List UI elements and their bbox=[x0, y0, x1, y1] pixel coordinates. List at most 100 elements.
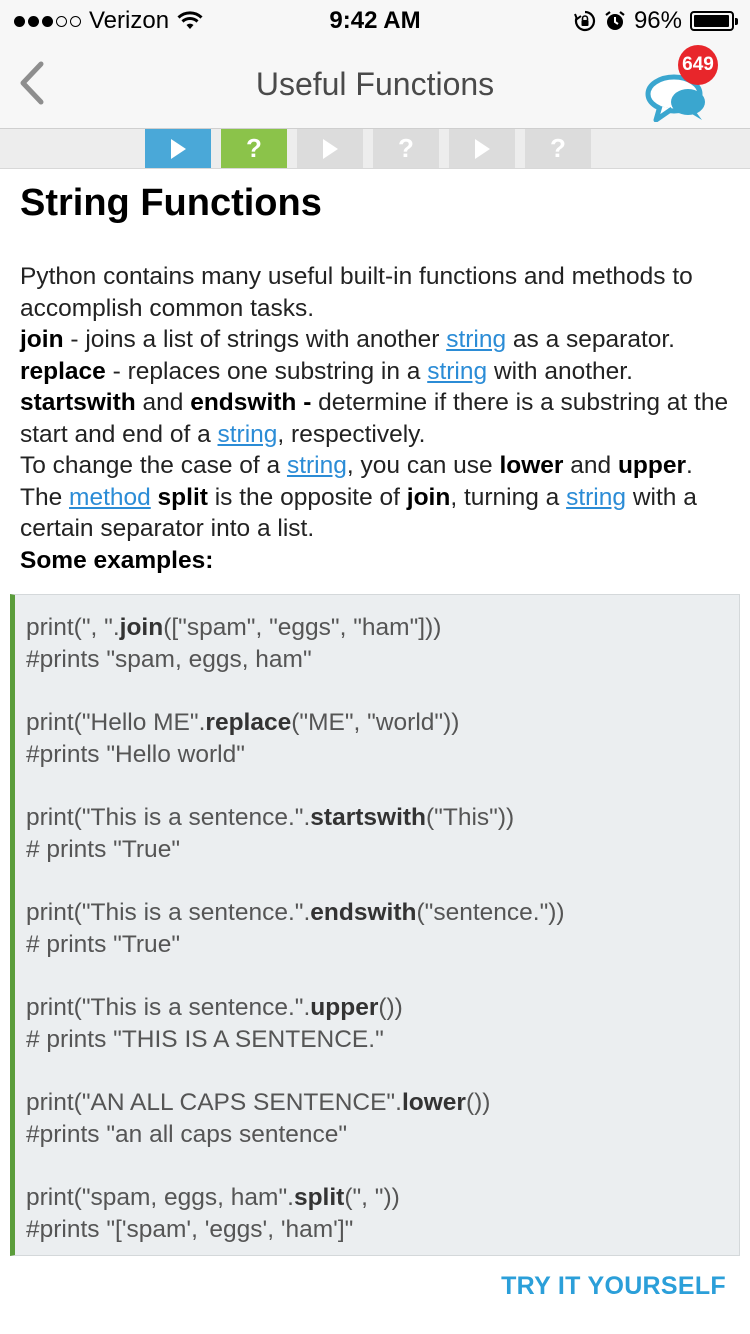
term-replace: replace bbox=[20, 357, 106, 385]
code-function-name: replace bbox=[205, 709, 292, 736]
progress-step-quiz-3[interactable]: ? bbox=[525, 129, 591, 168]
lesson-progress-bar: ? ? ? bbox=[0, 129, 750, 169]
term-endswith: endswith - bbox=[190, 389, 312, 416]
question-icon: ? bbox=[398, 133, 414, 163]
glossary-link-string[interactable]: string bbox=[427, 358, 487, 385]
code-example: print("This is a sentence.".endswith("se… bbox=[26, 897, 729, 960]
code-text: print(", ". bbox=[26, 614, 120, 641]
description-text: as a separator. bbox=[506, 326, 675, 353]
code-line: print("This is a sentence.".endswith("se… bbox=[26, 897, 729, 929]
code-spacer bbox=[26, 675, 729, 707]
code-line: print("spam, eggs, ham".split(", ")) bbox=[26, 1182, 729, 1214]
question-icon: ? bbox=[550, 133, 566, 163]
startswith-description: startswith and endswith - determine if t… bbox=[20, 387, 730, 450]
code-text: print("spam, eggs, ham". bbox=[26, 1184, 294, 1211]
code-function-name: split bbox=[293, 1184, 345, 1211]
description-text: , turning a bbox=[450, 483, 567, 511]
description-text: - replaces one substring in a bbox=[105, 357, 428, 385]
code-comment: # prints "True" bbox=[26, 930, 181, 958]
term-startswith: startswith bbox=[20, 389, 136, 416]
question-icon: ? bbox=[246, 133, 262, 163]
term-join: join bbox=[20, 326, 64, 353]
code-example: print("spam, eggs, ham".split(", ")) #pr… bbox=[26, 1182, 729, 1245]
code-example-block: print(", ".join(["spam", "eggs", "ham"])… bbox=[10, 594, 740, 1256]
term-lower: lower bbox=[499, 452, 564, 479]
lesson-body: Python contains many useful built-in fun… bbox=[20, 261, 730, 576]
description-text: and bbox=[563, 452, 618, 479]
join-description: join - joins a list of strings with anot… bbox=[20, 324, 730, 356]
case-description: To change the case of a string, you can … bbox=[20, 450, 730, 482]
code-text: print("AN ALL CAPS SENTENCE". bbox=[26, 1089, 402, 1116]
code-line: print("AN ALL CAPS SENTENCE".lower()) bbox=[26, 1087, 729, 1119]
code-line: print("Hello ME".replace("ME", "world")) bbox=[26, 707, 729, 739]
term-upper: upper bbox=[617, 452, 686, 479]
code-spacer bbox=[26, 1055, 729, 1087]
code-line: print("This is a sentence.".upper()) bbox=[26, 992, 729, 1024]
play-icon bbox=[475, 138, 490, 159]
code-text: (["spam", "eggs", "ham"])) bbox=[163, 614, 442, 641]
battery-level bbox=[694, 15, 729, 27]
progress-step-lesson-1[interactable] bbox=[145, 129, 211, 168]
code-function-name: endswith bbox=[310, 899, 417, 926]
code-text: ("ME", "world")) bbox=[291, 709, 460, 736]
code-example: print("This is a sentence.".upper()) # p… bbox=[26, 992, 729, 1055]
code-function-name: upper bbox=[310, 994, 379, 1021]
code-text: ("sentence.")) bbox=[416, 899, 565, 926]
battery-icon bbox=[690, 11, 738, 31]
page-title: Useful Functions bbox=[255, 66, 495, 102]
description-text: To change the case of a bbox=[20, 452, 287, 479]
examples-heading-text: Some examples: bbox=[20, 546, 214, 574]
alarm-icon bbox=[605, 11, 625, 30]
description-text: , you can use bbox=[346, 452, 500, 479]
code-text: ()) bbox=[465, 1089, 491, 1116]
progress-step-quiz-1[interactable]: ? bbox=[221, 129, 287, 168]
code-text: print("This is a sentence.". bbox=[26, 804, 311, 831]
code-text: ()) bbox=[378, 994, 403, 1021]
glossary-link-method[interactable]: method bbox=[69, 484, 151, 511]
examples-heading: Some examples: bbox=[20, 545, 730, 577]
code-spacer bbox=[26, 770, 729, 802]
code-spacer bbox=[26, 865, 729, 897]
code-example: print("AN ALL CAPS SENTENCE".lower()) #p… bbox=[26, 1087, 729, 1150]
code-example: print("Hello ME".replace("ME", "world"))… bbox=[26, 707, 729, 770]
progress-step-quiz-2[interactable]: ? bbox=[373, 129, 439, 168]
code-spacer bbox=[26, 1150, 729, 1182]
navigation-bar: Useful Functions bbox=[0, 40, 750, 129]
code-text: print("This is a sentence.". bbox=[26, 899, 311, 926]
code-function-name: startswith bbox=[310, 804, 427, 831]
term-join: join bbox=[406, 483, 451, 511]
play-icon bbox=[171, 138, 186, 159]
code-comment: #prints "Hello world" bbox=[26, 740, 245, 768]
code-text: ("This")) bbox=[426, 804, 515, 831]
lesson-content: String Functions Python contains many us… bbox=[20, 182, 730, 576]
code-example: print(", ".join(["spam", "eggs", "ham"])… bbox=[26, 612, 729, 675]
code-text: print("This is a sentence.". bbox=[26, 994, 311, 1021]
term-split: split bbox=[150, 483, 208, 511]
status-right: 96% bbox=[574, 7, 738, 35]
notification-badge: 649 bbox=[678, 45, 718, 85]
intro-text: Python contains many useful built-in fun… bbox=[20, 263, 693, 322]
replace-description: replace - replaces one substring in a st… bbox=[20, 356, 730, 388]
progress-step-lesson-2[interactable] bbox=[297, 129, 363, 168]
description-text: - joins a list of strings with another bbox=[63, 326, 447, 353]
description-text: and bbox=[135, 389, 191, 416]
glossary-link-string[interactable]: string bbox=[218, 421, 278, 448]
progress-step-lesson-3[interactable] bbox=[449, 129, 515, 168]
description-text: . bbox=[686, 452, 693, 479]
glossary-link-string[interactable]: string bbox=[566, 484, 626, 511]
description-text: is the opposite of bbox=[207, 483, 407, 511]
glossary-link-string[interactable]: string bbox=[446, 326, 506, 353]
code-function-name: join bbox=[119, 614, 164, 641]
code-line: print("This is a sentence.".startswith("… bbox=[26, 802, 729, 834]
glossary-link-string[interactable]: string bbox=[287, 452, 347, 479]
code-comment: # prints "True" bbox=[26, 835, 181, 863]
code-spacer bbox=[26, 960, 729, 992]
play-icon bbox=[323, 138, 338, 159]
lesson-title: String Functions bbox=[20, 182, 322, 224]
try-it-yourself-button[interactable]: TRY IT YOURSELF bbox=[501, 1272, 726, 1301]
split-description: The method split is the opposite of join… bbox=[20, 482, 730, 545]
code-text: print("Hello ME". bbox=[26, 709, 206, 736]
description-text: with another. bbox=[487, 357, 633, 385]
description-text: , respectively. bbox=[277, 420, 426, 448]
code-function-name: lower bbox=[401, 1089, 466, 1116]
